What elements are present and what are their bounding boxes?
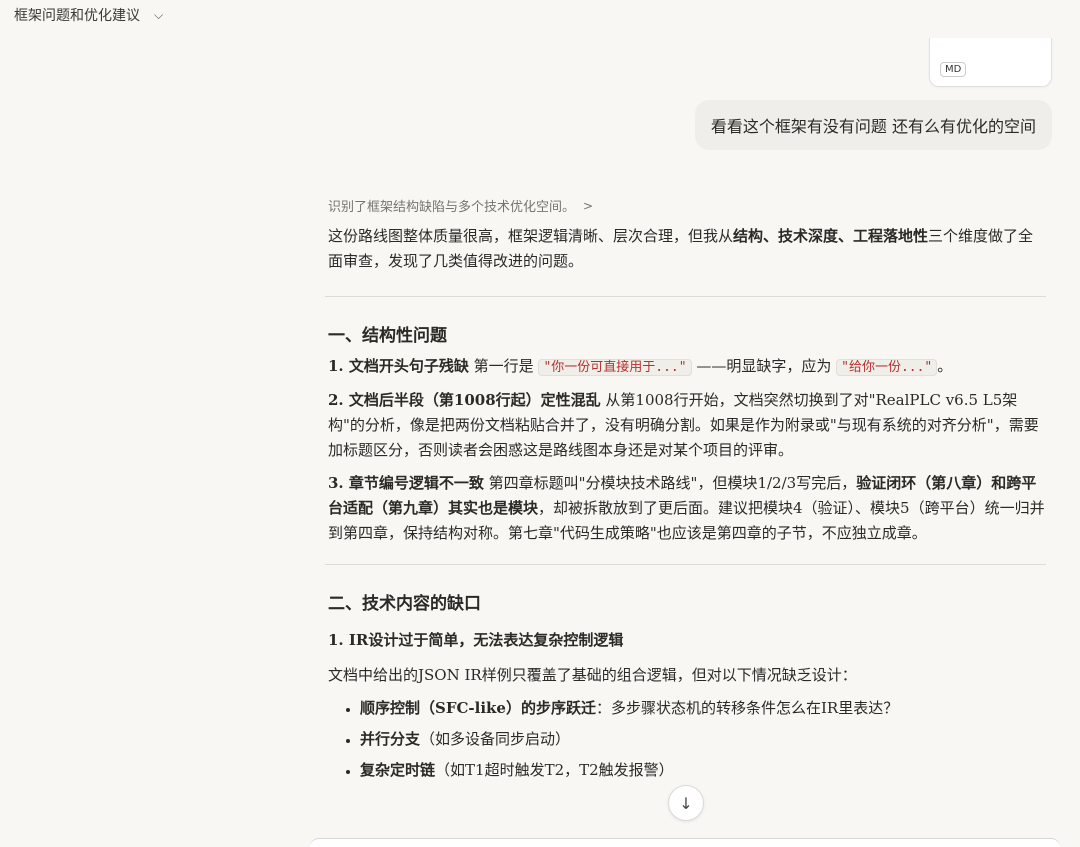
list-item-text: （如多设备同步启动）: [420, 730, 571, 748]
subsection-heading-ir: 1. IR设计过于简单，无法表达复杂控制逻辑: [328, 631, 624, 649]
thinking-summary-toggle[interactable]: 识别了框架结构缺陷与多个技术优化空间。 >: [328, 196, 594, 216]
ir-paragraph: 文档中给出的JSON IR样例只覆盖了基础的组合逻辑，但对以下情况缺乏设计：: [328, 666, 857, 684]
list-item: 顺序控制（SFC-like）的步序跃迁：多步骤状态机的转移条件怎么在IR里表达？: [360, 696, 1046, 721]
intro-paragraph: 这份路线图整体质量很高，框架逻辑清晰、层次合理，但我从结构、技术深度、工程落地性…: [328, 224, 1046, 274]
issue-item-1: 1. 文档开头句子残缺 第一行是 "你一份可直接用于..." ——明显缺字，应为…: [328, 354, 1046, 380]
issue-item-1-text-2: ——明显缺字，应为: [691, 357, 837, 375]
section-heading-structure: 一、结构性问题: [328, 326, 447, 346]
list-item-bold: 并行分支: [360, 730, 421, 748]
list-item: 复杂定时链（如T1超时触发T2，T2触发报警）: [360, 758, 1046, 783]
issue-item-3: 3. 章节编号逻辑不一致 第四章标题叫"分模块技术路线"，但模块1/2/3写完后…: [328, 471, 1046, 546]
issue-item-2: 2. 文档后半段（第1008行起）定性混乱 从第1008行开始，文档突然切换到了…: [328, 388, 1046, 463]
list-item-text: （如T1超时触发T2，T2触发报警）: [435, 761, 674, 779]
issue-item-1-text-3: 。: [937, 357, 953, 375]
section-heading-technical: 二、技术内容的缺口: [328, 594, 481, 614]
chevron-down-icon[interactable]: ⌵: [154, 8, 163, 23]
message-input-edge[interactable]: [310, 838, 1060, 847]
attachment-card[interactable]: MD: [929, 38, 1052, 87]
scroll-to-bottom-button[interactable]: ↓: [668, 785, 704, 821]
top-bar: 框架问题和优化建议 ⌵: [0, 0, 1080, 30]
issue-item-2-title: 2. 文档后半段（第1008行起）定性混乱: [328, 391, 601, 409]
intro-bold: 结构、技术深度、工程落地性: [733, 227, 929, 245]
thinking-summary-text: 识别了框架结构缺陷与多个技术优化空间。: [328, 200, 576, 215]
issue-item-3-text-1: 第四章标题叫"分模块技术路线"，但模块1/2/3写完后，: [483, 474, 857, 492]
divider: [325, 296, 1046, 297]
issue-item-1-text-1: 第一行是: [468, 357, 539, 375]
file-type-badge: MD: [940, 62, 967, 77]
conversation-title[interactable]: 框架问题和优化建议: [14, 5, 140, 25]
assistant-response: 识别了框架结构缺陷与多个技术优化空间。 > 这份路线图整体质量很高，框架逻辑清晰…: [325, 196, 1046, 789]
inline-code-1: "你一份可直接用于...": [538, 359, 692, 376]
user-message-bubble: 看看这个框架有没有问题 还有么有优化的空间: [694, 100, 1052, 150]
chevron-right-icon: >: [583, 198, 594, 213]
issue-item-3-title: 3. 章节编号逻辑不一致: [328, 474, 484, 492]
intro-text-1: 这份路线图整体质量很高，框架逻辑清晰、层次合理，但我从: [328, 227, 734, 245]
list-item: 并行分支（如多设备同步启动）: [360, 727, 1046, 752]
arrow-down-icon: ↓: [679, 793, 693, 813]
list-item-bold: 复杂定时链: [360, 761, 436, 779]
divider: [325, 564, 1046, 565]
bullet-list: 顺序控制（SFC-like）的步序跃迁：多步骤状态机的转移条件怎么在IR里表达？…: [328, 696, 1046, 783]
list-item-text: ：多步骤状态机的转移条件怎么在IR里表达？: [595, 699, 899, 717]
list-item-bold: 顺序控制（SFC-like）的步序跃迁: [360, 699, 596, 717]
issue-item-1-title: 1. 文档开头句子残缺: [328, 357, 469, 375]
inline-code-2: "给你一份...": [836, 359, 938, 376]
